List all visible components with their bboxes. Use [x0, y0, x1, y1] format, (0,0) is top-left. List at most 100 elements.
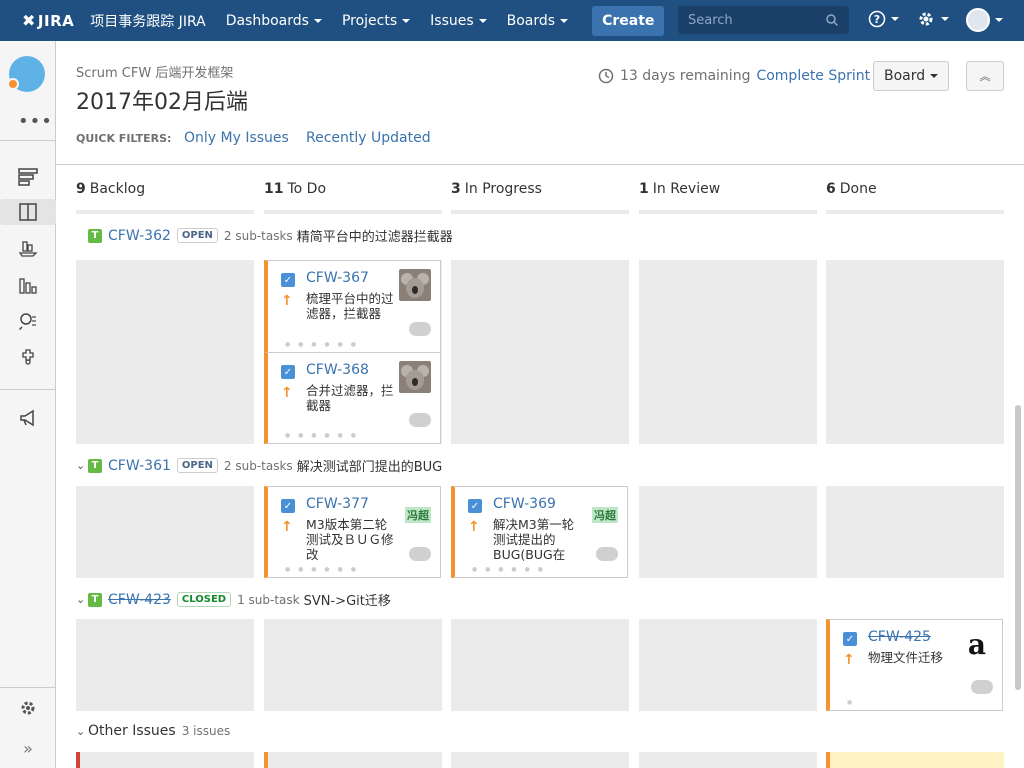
- issue-summary: M3版本第二轮测试及ＢＵＧ修改: [306, 517, 394, 562]
- subtask-count: 2 sub-tasks: [223, 458, 293, 473]
- issue-card[interactable]: ✓ CFW-425 ↑ 物理文件迁移 a ●: [826, 619, 1003, 711]
- progress-dots: ●: [847, 699, 856, 706]
- more-icon[interactable]: •••: [18, 111, 53, 132]
- issue-key[interactable]: CFW-377: [306, 496, 369, 512]
- column-divider: [826, 210, 1004, 214]
- expand-sidebar-icon[interactable]: »: [15, 735, 41, 761]
- priority-up-icon: ↑: [281, 293, 293, 309]
- column-name: In Progress: [464, 181, 542, 197]
- column-count: 3: [451, 181, 461, 197]
- issue-key[interactable]: CFW-367: [306, 270, 369, 286]
- other-issues-header[interactable]: ⌄ Other Issues 3 issues: [76, 723, 234, 739]
- status-badge: OPEN: [176, 458, 218, 473]
- issue-card[interactable]: ✓ CFW-377 ↑ M3版本第二轮测试及ＢＵＧ修改 冯超 ● ● ● ● ●…: [264, 486, 441, 578]
- board-button[interactable]: Board: [873, 61, 950, 91]
- board-cell: [76, 486, 254, 578]
- other-issues-label: Other Issues: [88, 723, 176, 739]
- estimate-badge: [409, 322, 431, 336]
- issue-summary: 梳理平台中的过滤器，拦截器: [306, 291, 394, 321]
- swimlane-issue-key[interactable]: CFW-361: [108, 458, 171, 474]
- column-done: 6 Done: [826, 181, 877, 197]
- story-type-icon: T: [88, 592, 102, 607]
- announcement-icon[interactable]: [15, 405, 41, 431]
- nav-projects-label: Projects: [341, 12, 398, 29]
- subtask-checkbox-icon: ✓: [281, 365, 295, 379]
- quick-filter-recently-updated[interactable]: Recently Updated: [306, 130, 431, 146]
- nav-issues-label: Issues: [430, 12, 474, 29]
- story-type-icon: T: [88, 458, 102, 473]
- collapse-header-button[interactable]: ︽: [966, 61, 1004, 91]
- board-cell: [826, 260, 1004, 444]
- app-name[interactable]: 项目事务跟踪 JIRA: [90, 11, 205, 31]
- swimlane-issue-key[interactable]: CFW-362: [108, 228, 171, 244]
- admin-menu[interactable]: [916, 9, 949, 29]
- search-box: [678, 6, 849, 34]
- chevron-down-icon[interactable]: ⌄: [76, 725, 88, 738]
- swimlane-title: 精简平台中的过滤器拦截器: [296, 230, 453, 245]
- swimlane-issue-key[interactable]: CFW-423: [108, 592, 171, 608]
- chevron-down-icon[interactable]: ⌄: [76, 593, 88, 606]
- issue-summary: 物理文件迁移: [868, 650, 944, 665]
- chevron-down-icon[interactable]: ⌄: [76, 459, 88, 472]
- column-name: Backlog: [89, 181, 146, 197]
- subtask-checkbox-icon: ✓: [281, 499, 295, 513]
- nav-dashboards-label: Dashboards: [225, 12, 309, 29]
- column-name: Done: [839, 181, 877, 197]
- issue-summary: 合并过滤器，拦截器: [306, 383, 394, 413]
- user-menu[interactable]: [966, 8, 1003, 32]
- issue-key[interactable]: CFW-368: [306, 362, 369, 378]
- nav-issues[interactable]: Issues: [430, 13, 487, 29]
- koala-avatar: [399, 269, 431, 301]
- nav-dashboards[interactable]: Dashboards: [226, 13, 322, 29]
- settings-gear-icon[interactable]: [15, 695, 41, 721]
- issue-summary: 解决M3第一轮测试提出的BUG(BUG在: [493, 517, 575, 562]
- swimlane-title: 解决测试部门提出的BUG: [296, 460, 443, 475]
- column-backlog: 9 Backlog: [76, 181, 145, 197]
- board-cell: [76, 752, 254, 768]
- page-title: 2017年02月后端: [76, 90, 248, 115]
- releases-icon[interactable]: [15, 235, 41, 261]
- jira-logo[interactable]: ✖ JIRA: [22, 11, 74, 30]
- swimlane-header[interactable]: T CFW-362 OPEN 2 sub-tasks 精简平台中的过滤器拦截器: [76, 226, 453, 245]
- column-divider: [264, 210, 442, 214]
- board-cell: [76, 260, 254, 444]
- subtask-checkbox-icon: ✓: [843, 632, 857, 646]
- components-icon[interactable]: [15, 344, 41, 370]
- estimate-badge: [596, 547, 618, 561]
- help-menu[interactable]: ?: [868, 10, 899, 28]
- board-cell: [264, 619, 442, 711]
- search-icon[interactable]: [825, 13, 839, 27]
- column-count: 1: [639, 181, 649, 197]
- issue-key[interactable]: CFW-369: [493, 496, 556, 512]
- column-divider: [76, 210, 254, 214]
- quick-filter-only-my-issues[interactable]: Only My Issues: [184, 130, 289, 146]
- issue-card[interactable]: ✓ CFW-369 ↑ 解决M3第一轮测试提出的BUG(BUG在 冯超 ● ● …: [451, 486, 628, 578]
- issue-card[interactable]: ✓ CFW-368 ↑ 合并过滤器，拦截器 ● ● ● ● ● ●: [264, 352, 441, 444]
- board-cell: [639, 486, 817, 578]
- board-cell: [826, 486, 1004, 578]
- reports-icon[interactable]: [15, 272, 41, 298]
- swimlane-header[interactable]: ⌄ T CFW-423 CLOSED 1 sub-task SVN->Git迁移: [76, 590, 391, 610]
- search-input[interactable]: [678, 12, 818, 28]
- active-sprints-icon[interactable]: [0, 199, 56, 225]
- progress-dots: ● ● ● ● ● ●: [285, 566, 359, 573]
- user-avatar: [966, 8, 990, 32]
- estimate-badge: [971, 680, 993, 694]
- vertical-scrollbar[interactable]: [1015, 405, 1021, 690]
- sidebar-divider: [0, 687, 56, 688]
- project-avatar[interactable]: [7, 56, 45, 92]
- swimlane-header[interactable]: ⌄ T CFW-361 OPEN 2 sub-tasks 解决测试部门提出的BU…: [76, 456, 443, 476]
- create-button[interactable]: Create: [592, 5, 665, 36]
- complete-sprint-link[interactable]: Complete Sprint: [756, 68, 870, 84]
- nav-boards[interactable]: Boards: [507, 13, 569, 29]
- nav-projects[interactable]: Projects: [341, 12, 411, 29]
- breadcrumb[interactable]: Scrum CFW 后端开发框架: [76, 62, 233, 81]
- svg-text:a: a: [968, 628, 986, 660]
- issues-search-icon[interactable]: [15, 308, 41, 334]
- jira-logo-icon: ✖: [22, 11, 36, 30]
- chevron-double-up-icon: ︽: [979, 70, 991, 83]
- backlog-icon[interactable]: [15, 164, 41, 190]
- column-to-do: 11 To Do: [264, 181, 326, 197]
- issue-key[interactable]: CFW-425: [868, 629, 931, 645]
- issue-card[interactable]: ✓ CFW-367 ↑ 梳理平台中的过滤器，拦截器 ● ● ● ● ● ●: [264, 260, 441, 353]
